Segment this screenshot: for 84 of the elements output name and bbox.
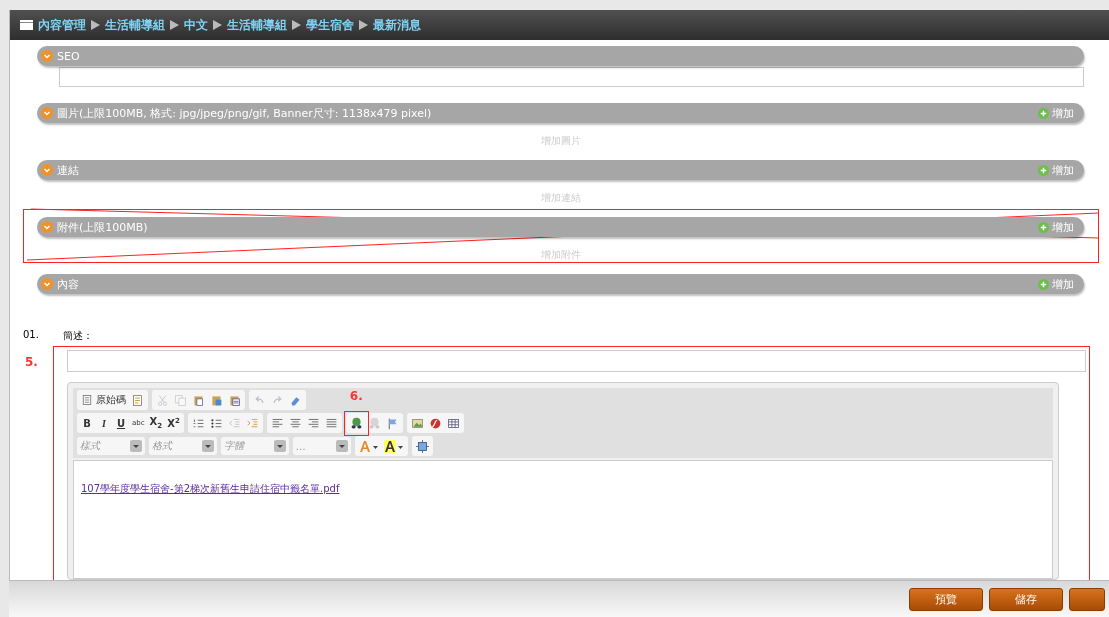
window-icon bbox=[20, 20, 33, 30]
superscript-button[interactable]: X$^{2}$ bbox=[165, 415, 182, 431]
section-title: 內容 bbox=[57, 276, 80, 292]
bold-button[interactable]: B bbox=[79, 415, 95, 431]
plus-icon bbox=[1038, 221, 1049, 233]
triangle-icon bbox=[359, 20, 368, 30]
plus-icon bbox=[1038, 107, 1049, 119]
underline-button[interactable]: U bbox=[113, 415, 129, 431]
annotation-number: 5. bbox=[25, 355, 38, 369]
subscript-button[interactable]: X$_{2}$ bbox=[147, 415, 165, 431]
field-label: 簡述： bbox=[63, 329, 93, 343]
format-dropdown[interactable]: 格式 bbox=[149, 437, 217, 455]
breadcrumb-link[interactable]: 內容管理 bbox=[38, 16, 86, 34]
copy-icon bbox=[174, 393, 187, 407]
add-button[interactable]: 增加 bbox=[1038, 105, 1074, 121]
breadcrumb-link[interactable]: 最新消息 bbox=[373, 16, 421, 34]
caret-icon bbox=[202, 440, 214, 452]
chevron-down-icon bbox=[41, 278, 53, 290]
maximize-icon bbox=[416, 439, 429, 453]
caret-icon bbox=[274, 440, 286, 452]
seo-field[interactable] bbox=[59, 67, 1084, 87]
format-dropdown[interactable]: 字體 bbox=[221, 437, 289, 455]
breadcrumb-link[interactable]: 中文 bbox=[184, 16, 208, 34]
clipboard-icon bbox=[210, 393, 223, 407]
globe-chain-icon bbox=[367, 416, 381, 430]
triangle-icon bbox=[292, 20, 301, 30]
document-icon bbox=[81, 394, 93, 406]
action-button[interactable]: 預覽 bbox=[909, 588, 983, 611]
format-dropdown[interactable]: 樣式 bbox=[77, 437, 145, 455]
add-button[interactable]: 增加 bbox=[1038, 219, 1074, 235]
clipboard-icon bbox=[192, 393, 205, 407]
summary-field[interactable] bbox=[67, 350, 1086, 372]
plus-icon bbox=[1038, 278, 1049, 290]
font-color-icon bbox=[359, 439, 379, 453]
triangle-icon bbox=[213, 20, 222, 30]
indent-icon bbox=[245, 416, 259, 430]
section-header-bar[interactable]: 圖片(上限100MB, 格式: jpg/jpeg/png/gif, Banner尺寸: 1138x479 pixel) 增加 bbox=[37, 103, 1084, 123]
highlight-color-icon bbox=[384, 439, 404, 453]
chevron-down-icon bbox=[41, 50, 53, 62]
triangle-icon bbox=[91, 20, 100, 30]
breadcrumb-link[interactable]: 生活輔導組 bbox=[105, 16, 165, 34]
section-header-bar[interactable]: 連結 增加 bbox=[37, 160, 1084, 180]
text-color-button[interactable] bbox=[357, 438, 381, 454]
breadcrumb-link[interactable]: 學生宿舍 bbox=[306, 16, 354, 34]
item-number: 01. bbox=[23, 329, 40, 342]
section-header-bar[interactable]: SEO bbox=[37, 46, 1084, 66]
section-title: SEO bbox=[57, 49, 81, 63]
italic-button[interactable]: I bbox=[96, 415, 112, 431]
image-icon bbox=[410, 416, 424, 430]
bullet-list-icon bbox=[209, 416, 223, 430]
scissors-icon bbox=[156, 393, 169, 407]
plus-icon bbox=[1038, 164, 1049, 176]
clipboard-icon bbox=[228, 393, 241, 407]
format-dropdown[interactable]: … bbox=[293, 437, 351, 455]
globe-chain-icon bbox=[349, 416, 363, 430]
section-title: 連結 bbox=[57, 162, 80, 178]
align-right-icon bbox=[306, 416, 320, 430]
chevron-down-icon bbox=[41, 164, 53, 176]
chevron-down-icon bbox=[41, 107, 53, 119]
highlight-color-button[interactable] bbox=[382, 438, 406, 454]
annotation-number: 6. bbox=[349, 389, 363, 403]
breadcrumb-link[interactable]: 生活輔導組 bbox=[227, 16, 287, 34]
add-button[interactable]: 增加 bbox=[1038, 276, 1074, 292]
file-link[interactable]: 107學年度學生宿舍-第2梯次新舊生申請住宿中籤名單.pdf bbox=[81, 483, 340, 494]
numbered-list-icon bbox=[191, 416, 205, 430]
section-title: 附件(上限100MB) bbox=[57, 219, 149, 235]
add-button[interactable]: 增加 bbox=[1038, 162, 1074, 178]
action-button[interactable]: 儲存 bbox=[989, 588, 1063, 611]
section-header-bar[interactable]: 附件(上限100MB) 增加 bbox=[37, 217, 1084, 237]
triangle-icon bbox=[170, 20, 179, 30]
outdent-icon bbox=[227, 416, 241, 430]
flash-icon bbox=[428, 416, 442, 430]
document-icon bbox=[131, 393, 144, 407]
align-center-icon bbox=[288, 416, 302, 430]
caret-icon bbox=[130, 440, 142, 452]
section-title: 圖片(上限100MB, 格式: jpg/jpeg/png/gif, Banner尺寸: 1138x479 pixel) bbox=[57, 105, 433, 121]
align-left-icon bbox=[270, 416, 284, 430]
maximize-button[interactable] bbox=[414, 438, 431, 454]
section-header-bar[interactable]: 內容 增加 bbox=[37, 274, 1084, 294]
table-icon bbox=[446, 416, 460, 430]
justify-icon bbox=[324, 416, 338, 430]
action-button[interactable] bbox=[1069, 588, 1105, 611]
chevron-down-icon bbox=[41, 221, 53, 233]
caret-icon bbox=[336, 440, 348, 452]
